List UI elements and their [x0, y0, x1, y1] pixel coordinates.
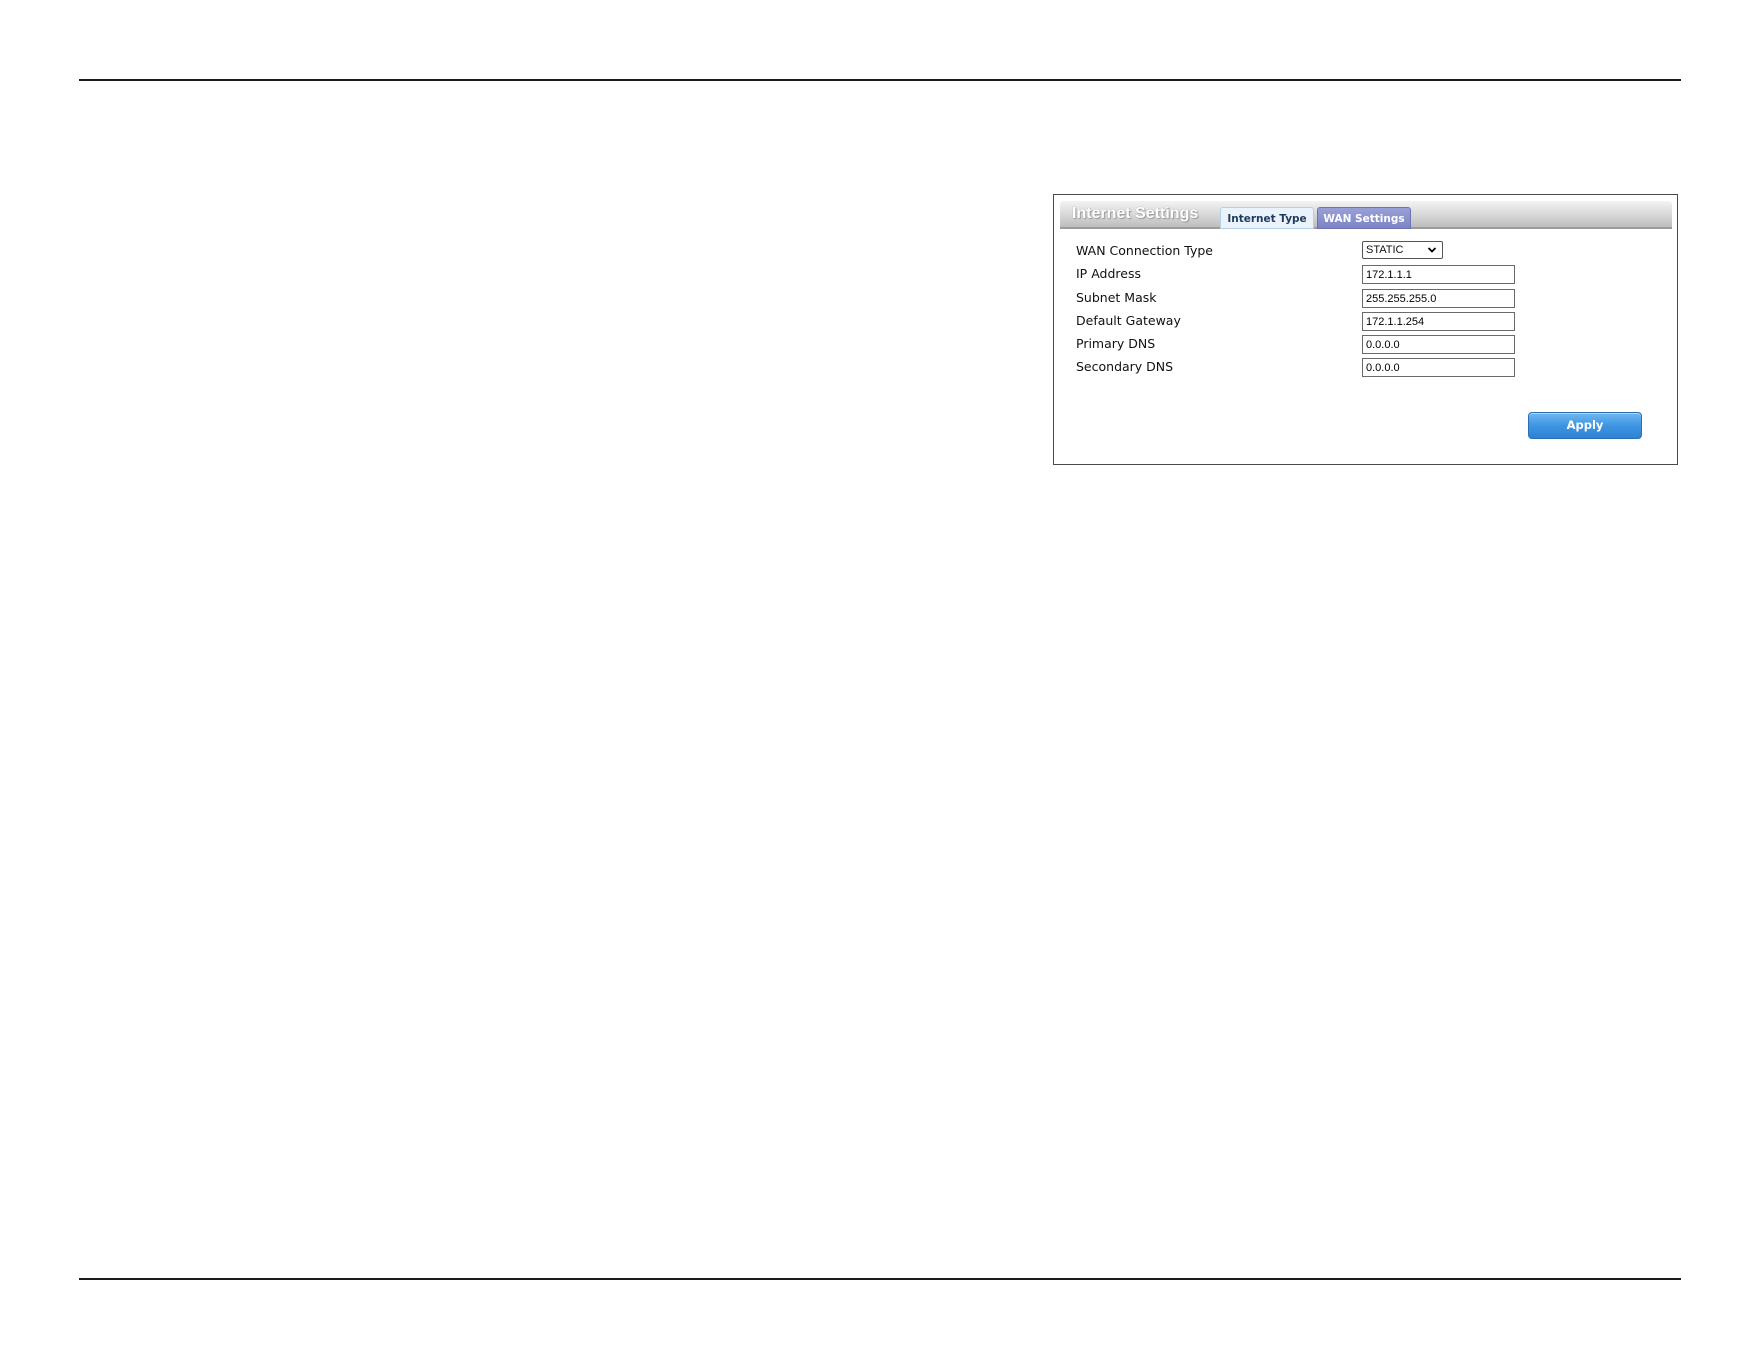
- ip-address-input[interactable]: [1362, 265, 1515, 284]
- ip-address-row: IP Address: [1076, 265, 1676, 285]
- panel-title: Internet Settings: [1072, 205, 1199, 222]
- default-gateway-input[interactable]: [1362, 312, 1515, 331]
- subnet-mask-input[interactable]: [1362, 289, 1515, 308]
- internet-settings-panel: Internet Settings Internet Type WAN Sett…: [1053, 194, 1678, 465]
- secondary-dns-input[interactable]: [1362, 358, 1515, 377]
- primary-dns-row: Primary DNS: [1076, 335, 1676, 355]
- top-divider: [79, 79, 1681, 81]
- secondary-dns-label: Secondary DNS: [1076, 359, 1174, 374]
- bottom-divider: [79, 1278, 1681, 1280]
- secondary-dns-row: Secondary DNS: [1076, 358, 1676, 378]
- primary-dns-input[interactable]: [1362, 335, 1515, 354]
- wan-connection-type-row: WAN Connection Type STATIC: [1076, 241, 1676, 262]
- subnet-mask-row: Subnet Mask: [1076, 289, 1676, 309]
- tab-internet-type[interactable]: Internet Type: [1220, 207, 1314, 229]
- wan-connection-type-select[interactable]: STATIC: [1362, 241, 1443, 259]
- primary-dns-label: Primary DNS: [1076, 336, 1156, 351]
- panel-header: Internet Settings Internet Type WAN Sett…: [1060, 201, 1672, 229]
- default-gateway-row: Default Gateway: [1076, 312, 1676, 332]
- apply-button[interactable]: Apply: [1528, 412, 1642, 439]
- ip-address-label: IP Address: [1076, 266, 1141, 281]
- wan-connection-type-value: STATIC: [1366, 244, 1404, 256]
- default-gateway-label: Default Gateway: [1076, 313, 1181, 328]
- wan-connection-type-label: WAN Connection Type: [1076, 243, 1213, 258]
- chevron-down-icon: [1427, 247, 1437, 253]
- tab-wan-settings[interactable]: WAN Settings: [1317, 207, 1411, 229]
- subnet-mask-label: Subnet Mask: [1076, 290, 1157, 305]
